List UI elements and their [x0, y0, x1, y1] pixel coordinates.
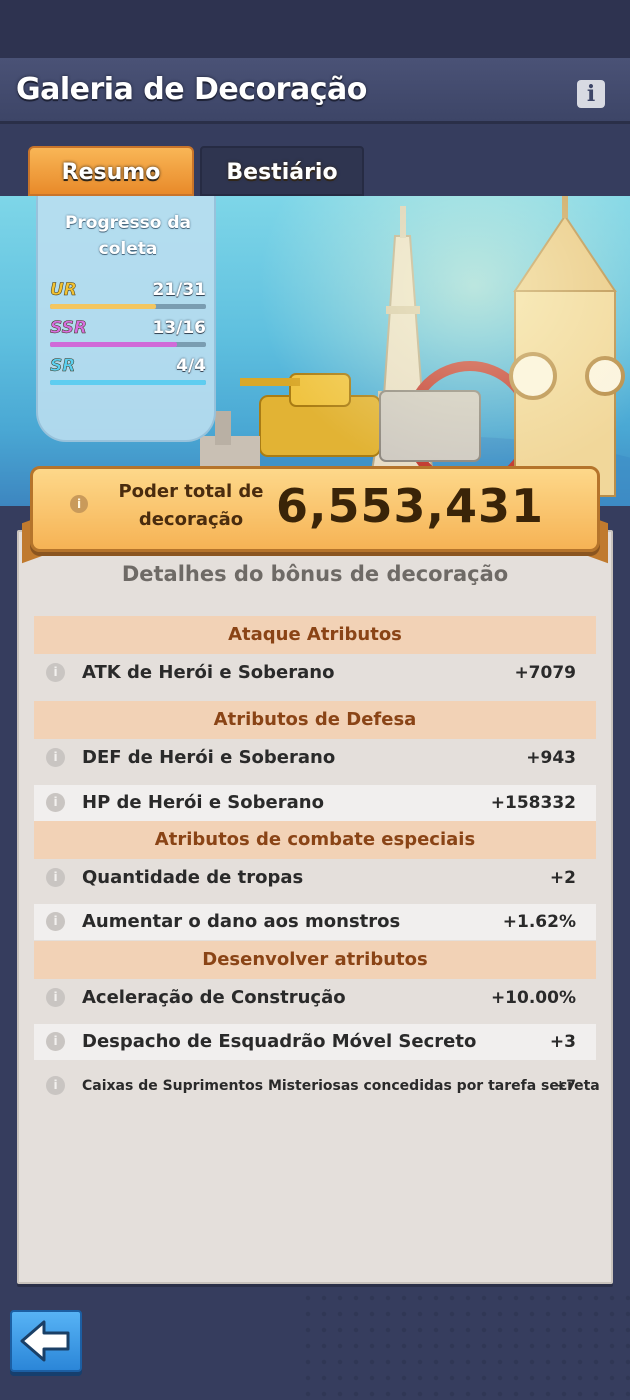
tab-resumo[interactable]: Resumo — [28, 146, 194, 196]
stat-row-troops: i Quantidade de tropas +2 — [34, 860, 596, 896]
info-icon[interactable]: i — [46, 988, 65, 1007]
stat-value: +2 — [549, 868, 576, 888]
rarity-count-ssr: 13/16 — [152, 318, 206, 338]
stat-row-hp: i HP de Herói e Soberano +158332 — [34, 785, 596, 821]
rarity-row-ssr: SSR 13/16 — [50, 318, 206, 348]
info-icon[interactable]: i — [46, 912, 65, 931]
collection-progress-title: Progresso da coleta — [64, 213, 192, 259]
rarity-fill-ur — [50, 304, 156, 309]
back-arrow-icon — [20, 1320, 70, 1362]
stat-label: Aumentar o dano aos monstros — [82, 911, 401, 932]
power-info-icon[interactable]: i — [70, 495, 88, 513]
stat-label: Caixas de Suprimentos Misteriosas conced… — [82, 1078, 600, 1094]
bonus-details-title: Detalhes do bônus de decoração — [121, 562, 509, 586]
info-icon[interactable]: i — [577, 80, 605, 108]
info-icon[interactable]: i — [46, 748, 65, 767]
rarity-count-ur: 21/31 — [152, 280, 206, 300]
stat-value: +3 — [549, 1032, 576, 1052]
total-power-label: Poder total de decoração — [118, 481, 264, 530]
background-dot-pattern — [300, 1290, 630, 1400]
info-icon[interactable]: i — [46, 663, 65, 682]
tab-bestiario[interactable]: Bestiário — [200, 146, 364, 196]
stat-value: +7079 — [514, 663, 576, 683]
stat-value: +158332 — [490, 793, 576, 813]
section-header-special-combat: Atributos de combate especiais — [34, 821, 596, 859]
info-icon[interactable]: i — [46, 1076, 65, 1095]
collection-progress-card: Progresso da coleta UR 21/31 SSR 13/16 S… — [36, 196, 216, 442]
rarity-label-sr: SR — [50, 356, 76, 377]
info-icon[interactable]: i — [46, 868, 65, 887]
rarity-label-ur: UR — [50, 280, 77, 301]
stat-row-monster-damage: i Aumentar o dano aos monstros +1.62% — [34, 904, 596, 940]
stat-label: DEF de Herói e Soberano — [82, 747, 336, 768]
stat-value: +10.00% — [490, 988, 576, 1008]
stat-value: +1.62% — [502, 912, 576, 932]
back-button[interactable] — [10, 1310, 82, 1372]
status-bar-area — [0, 0, 630, 58]
header-bar: Galeria de Decoração — [0, 58, 630, 124]
rarity-count-sr: 4/4 — [176, 356, 206, 376]
rarity-label-ssr: SSR — [50, 318, 87, 339]
rarity-row-ur: UR 21/31 — [50, 280, 206, 310]
rarity-track-ssr — [50, 342, 206, 347]
stat-row-def: i DEF de Herói e Soberano +943 — [34, 740, 596, 776]
stat-value: +943 — [526, 748, 576, 768]
stat-label: Aceleração de Construção — [82, 987, 346, 1008]
page-title: Galeria de Decoração — [16, 72, 367, 107]
total-power-value: 6,553,431 — [276, 479, 544, 533]
rarity-fill-ssr — [50, 342, 177, 347]
stat-label: ATK de Herói e Soberano — [82, 662, 335, 683]
stat-row-supply-boxes: i Caixas de Suprimentos Misteriosas conc… — [34, 1068, 600, 1104]
stat-row-atk: i ATK de Herói e Soberano +7079 — [34, 655, 596, 691]
rarity-track-ur — [50, 304, 206, 309]
info-icon[interactable]: i — [46, 793, 65, 812]
stat-row-construction: i Aceleração de Construção +10.00% — [34, 980, 596, 1016]
stat-label: Despacho de Esquadrão Móvel Secreto — [82, 1031, 477, 1052]
rarity-track-sr — [50, 380, 206, 385]
section-header-defense: Atributos de Defesa — [34, 701, 596, 739]
stat-label: Quantidade de tropas — [82, 867, 304, 888]
rarity-row-sr: SR 4/4 — [50, 356, 206, 386]
rarity-fill-sr — [50, 380, 206, 385]
section-header-attack: Ataque Atributos — [34, 616, 596, 654]
section-header-development: Desenvolver atributos — [34, 941, 596, 979]
stat-label: HP de Herói e Soberano — [82, 792, 324, 813]
stat-value: +7 — [554, 1078, 576, 1094]
stat-row-squad-dispatch: i Despacho de Esquadrão Móvel Secreto +3 — [34, 1024, 596, 1060]
info-icon[interactable]: i — [46, 1032, 65, 1051]
